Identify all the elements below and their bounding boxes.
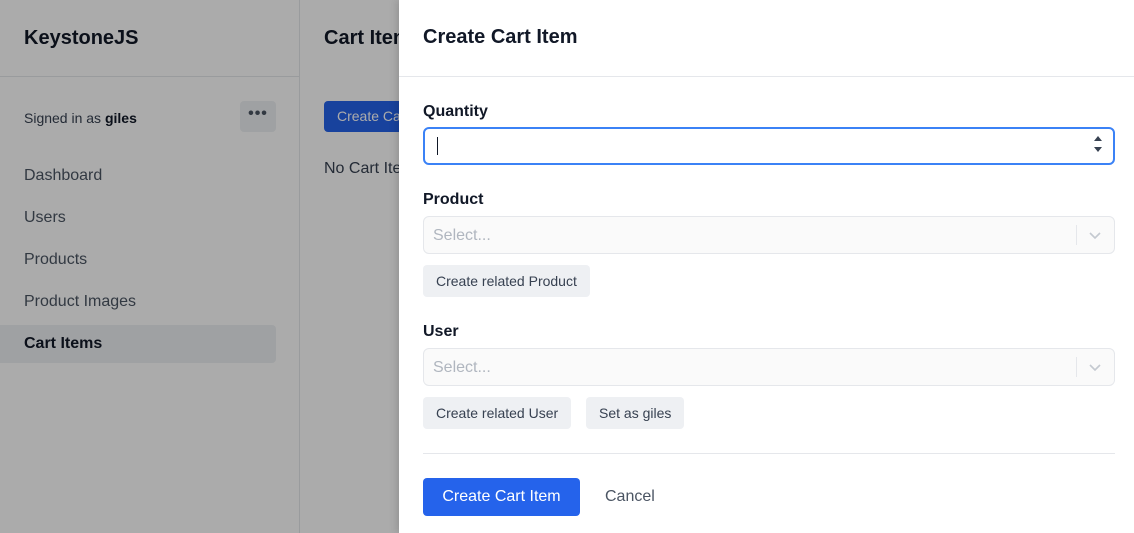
product-label: Product [423, 191, 484, 208]
text-caret [437, 137, 438, 155]
set-as-user-button[interactable]: Set as giles [586, 397, 685, 429]
quantity-input[interactable] [423, 127, 1115, 165]
spin-up-icon[interactable] [1094, 136, 1102, 141]
chevron-down-icon[interactable] [1087, 359, 1103, 375]
user-label: User [423, 323, 459, 340]
create-related-user-button[interactable]: Create related User [423, 397, 572, 429]
cancel-button[interactable]: Cancel [605, 478, 655, 516]
spin-down-icon[interactable] [1094, 147, 1102, 152]
select-separator [1076, 357, 1077, 377]
select-separator [1076, 225, 1077, 245]
create-related-product-button[interactable]: Create related Product [423, 265, 590, 297]
user-select-placeholder: Select... [433, 359, 491, 376]
footer-divider [423, 453, 1115, 454]
user-select[interactable]: Select... [423, 348, 1115, 386]
create-drawer: Create Cart Item Quantity Product Select… [399, 0, 1134, 533]
product-select[interactable]: Select... [423, 216, 1115, 254]
create-cart-item-button[interactable]: Create Cart Item [423, 478, 580, 516]
quantity-label: Quantity [423, 103, 488, 120]
drawer-title: Create Cart Item [423, 26, 578, 48]
number-spinner[interactable] [1093, 134, 1103, 158]
product-select-placeholder: Select... [433, 227, 491, 244]
drawer-header: Create Cart Item [399, 0, 1134, 77]
chevron-down-icon[interactable] [1087, 227, 1103, 243]
